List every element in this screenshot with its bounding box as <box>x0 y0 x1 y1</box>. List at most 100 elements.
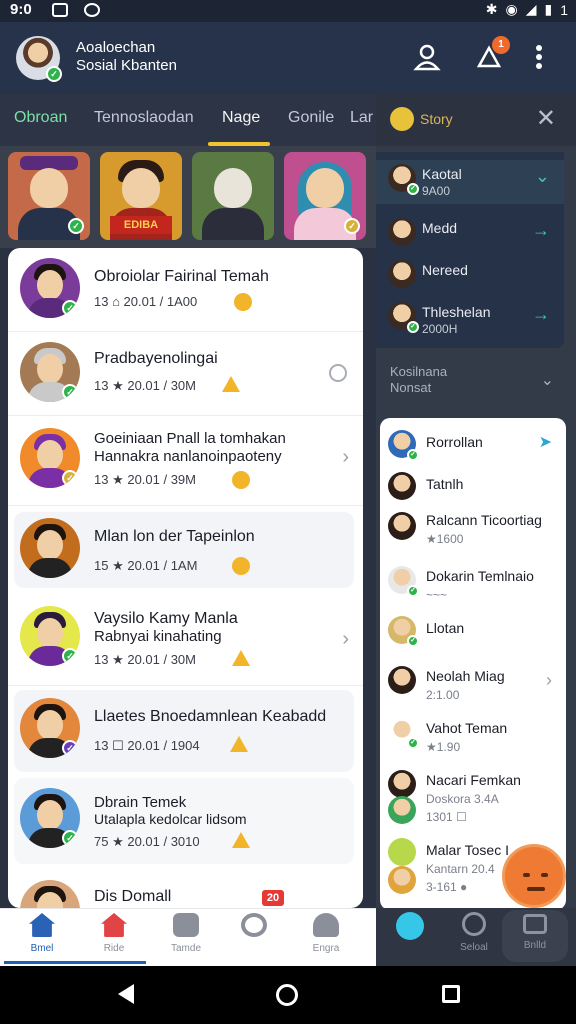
verified-check-icon: ✓ <box>62 384 78 400</box>
story-list-item[interactable]: Nereed <box>388 256 564 300</box>
contact-name: Rorrollan <box>426 434 483 450</box>
wifi-icon: ◉ <box>505 1 518 17</box>
nav-bnlld[interactable]: Bnlld <box>502 910 568 962</box>
more-menu-icon[interactable] <box>532 42 546 72</box>
nav-seloal[interactable]: Seloal <box>444 912 504 953</box>
system-nav-bar <box>0 966 576 1024</box>
contact-name: Nacari Femkan <box>426 772 521 788</box>
story-banner: EDIBA <box>110 216 172 234</box>
chevron-right-icon[interactable]: › <box>342 446 349 469</box>
chat-row[interactable]: Mlan lon der Tapeinlon 15 ★ 20.01 / 1AM <box>14 512 354 588</box>
contact-item[interactable]: ✓ Rorrollan ➤ <box>388 428 564 462</box>
tab-gonile[interactable]: Gonile <box>288 109 334 127</box>
chat-meta: 75 ★ 20.01 / 3010 <box>94 834 200 849</box>
right-panel-title: Story <box>420 111 453 127</box>
chat-name: Dbrain Temek <box>94 794 187 811</box>
tab-bar: Obroan Tennoslaodan Nage Gonile Lar <box>0 94 376 146</box>
contact-item[interactable]: Tatnlh <box>388 470 564 504</box>
nav-home[interactable]: Bmel <box>6 913 78 954</box>
nav-engra[interactable]: Engra <box>290 913 362 954</box>
story-card[interactable]: ✓ <box>284 152 366 240</box>
chat-name: Llaetes Bnoedamnlean Keabadd <box>94 708 327 725</box>
avatar: ✓ <box>388 302 419 333</box>
story-list-item[interactable]: ✓ Kaotal 9A00 ⌄ <box>376 160 564 204</box>
contact-item[interactable]: Nacari Femkan Doskora 3.4A 1301 ☐ <box>388 768 564 828</box>
back-icon[interactable] <box>118 984 134 1004</box>
nav-stories[interactable] <box>380 912 440 946</box>
avatar: ✓ <box>388 616 419 647</box>
bluetooth-icon: ✱ <box>485 1 498 17</box>
contact-item[interactable]: Neolah Miag 2:1.00 › <box>388 664 564 708</box>
story-card[interactable]: ✓ <box>8 152 90 240</box>
verified-check-icon: ✓ <box>62 740 78 756</box>
chat-row[interactable]: ✓ Obroiolar Fairinal Temah 13 ⌂ 20.01 / … <box>8 248 363 332</box>
section-subtitle: Nonsat <box>390 380 432 395</box>
avatar <box>20 880 80 908</box>
tab-lar[interactable]: Lar <box>350 109 376 127</box>
right-panel: Story ✕ ✓ Kaotal 9A00 ⌄ Medd → Nereed ✓ … <box>376 94 576 910</box>
contact-name: Llotan <box>426 620 465 636</box>
tab-obroan[interactable]: Obroan <box>14 109 67 127</box>
recents-icon[interactable] <box>442 985 460 1003</box>
chat-list: ✓ Obroiolar Fairinal Temah 13 ⌂ 20.01 / … <box>8 248 363 908</box>
close-icon[interactable]: ✕ <box>536 104 556 133</box>
nav-activity[interactable] <box>218 913 290 943</box>
status-right: ✱ ◉ ◢ ▮ 1 <box>486 1 568 18</box>
chat-row[interactable]: ✓ Goeiniaan Pnall la tomhakan Hannakra n… <box>8 416 363 506</box>
chevron-right-icon[interactable]: › <box>546 670 552 691</box>
story-card[interactable] <box>192 152 274 240</box>
verified-check-icon: ✓ <box>407 321 419 333</box>
notifications-icon[interactable]: 1 <box>474 36 510 72</box>
chat-row[interactable]: ✓ Vaysilo Kamy Manla Rabnyai kinahating … <box>8 594 363 686</box>
mute-icon[interactable] <box>329 364 347 382</box>
notification-icon <box>52 3 68 17</box>
square-icon <box>523 914 547 934</box>
contact-item[interactable]: ✓ Vahot Teman ★1.90 <box>388 716 564 760</box>
tab-nage[interactable]: Nage <box>222 109 260 127</box>
profile-avatar[interactable]: ✓ <box>16 36 62 82</box>
send-icon[interactable]: ➤ <box>539 432 552 452</box>
chat-row[interactable]: Dis Domall 20 <box>8 870 363 908</box>
chat-row[interactable]: ✓ Dbrain Temek Utalapla kedolcar lidsom … <box>14 778 354 864</box>
chevron-down-icon[interactable]: ⌄ <box>535 166 550 187</box>
battery-icon: ▮ <box>544 1 553 17</box>
contact-item[interactable]: ✓ Dokarin Temlnaio ~~~ <box>388 564 564 608</box>
story-item-name: Nereed <box>422 262 468 278</box>
avatar <box>388 512 416 540</box>
arrow-right-icon[interactable]: → <box>532 304 550 325</box>
avatar <box>388 796 416 824</box>
emoji-fab-button[interactable] <box>502 844 566 908</box>
nav-label: Tamde <box>170 943 201 954</box>
nav-ride[interactable]: Ride <box>78 913 150 954</box>
contact-item[interactable]: ✓ Llotan <box>388 614 564 650</box>
chat-subtitle: Utalapla kedolcar lidsom <box>94 811 247 827</box>
chevron-down-icon[interactable]: ⌄ <box>541 370 554 390</box>
section-title: Kosilnana <box>390 364 448 379</box>
contact-sub: ★1600 <box>426 532 464 546</box>
contacts-list: ✓ Rorrollan ➤ Tatnlh Ralcann Ticoortiag … <box>380 418 566 910</box>
warning-icon <box>230 736 248 752</box>
warning-icon <box>222 376 240 392</box>
app-title-line1: Aoaloechan <box>76 39 156 56</box>
chat-subtitle: Hannakra nanlanoinpaoteny <box>94 448 282 465</box>
contact-sub: 3-161 ● <box>426 880 468 894</box>
story-card[interactable]: EDIBA <box>100 152 182 240</box>
story-list-item[interactable]: Medd → <box>388 214 564 258</box>
contact-item[interactable]: Ralcann Ticoortiag ★1600 <box>388 510 564 554</box>
profile-icon[interactable] <box>412 42 442 72</box>
home-circle-icon[interactable] <box>276 984 298 1006</box>
nav-tamde[interactable]: Tamde <box>150 913 222 954</box>
avatar <box>388 770 416 798</box>
arrow-right-icon[interactable]: → <box>532 220 550 241</box>
chat-row[interactable]: ✓ Pradbayenolingai 13 ★ 20.01 / 30M <box>8 332 363 416</box>
chat-row[interactable]: ✓ Llaetes Bnoedamnlean Keabadd 13 ☐ 20.0… <box>14 690 354 772</box>
avatar: ✓ <box>388 164 419 195</box>
right-panel-header: Story ✕ <box>376 94 576 146</box>
chat-name: Goeiniaan Pnall la tomhakan <box>94 430 286 447</box>
verified-check-icon: ✓ <box>407 585 419 597</box>
story-list-item[interactable]: ✓ Thleshelan 2000H → <box>388 298 564 342</box>
section-header[interactable]: Kosilnana Nonsat <box>390 364 447 396</box>
tab-tennoslaodan[interactable]: Tennoslaodan <box>94 109 194 127</box>
status-bar: 9:0 ✱ ◉ ◢ ▮ 1 <box>0 0 576 22</box>
chevron-right-icon[interactable]: › <box>342 628 349 651</box>
